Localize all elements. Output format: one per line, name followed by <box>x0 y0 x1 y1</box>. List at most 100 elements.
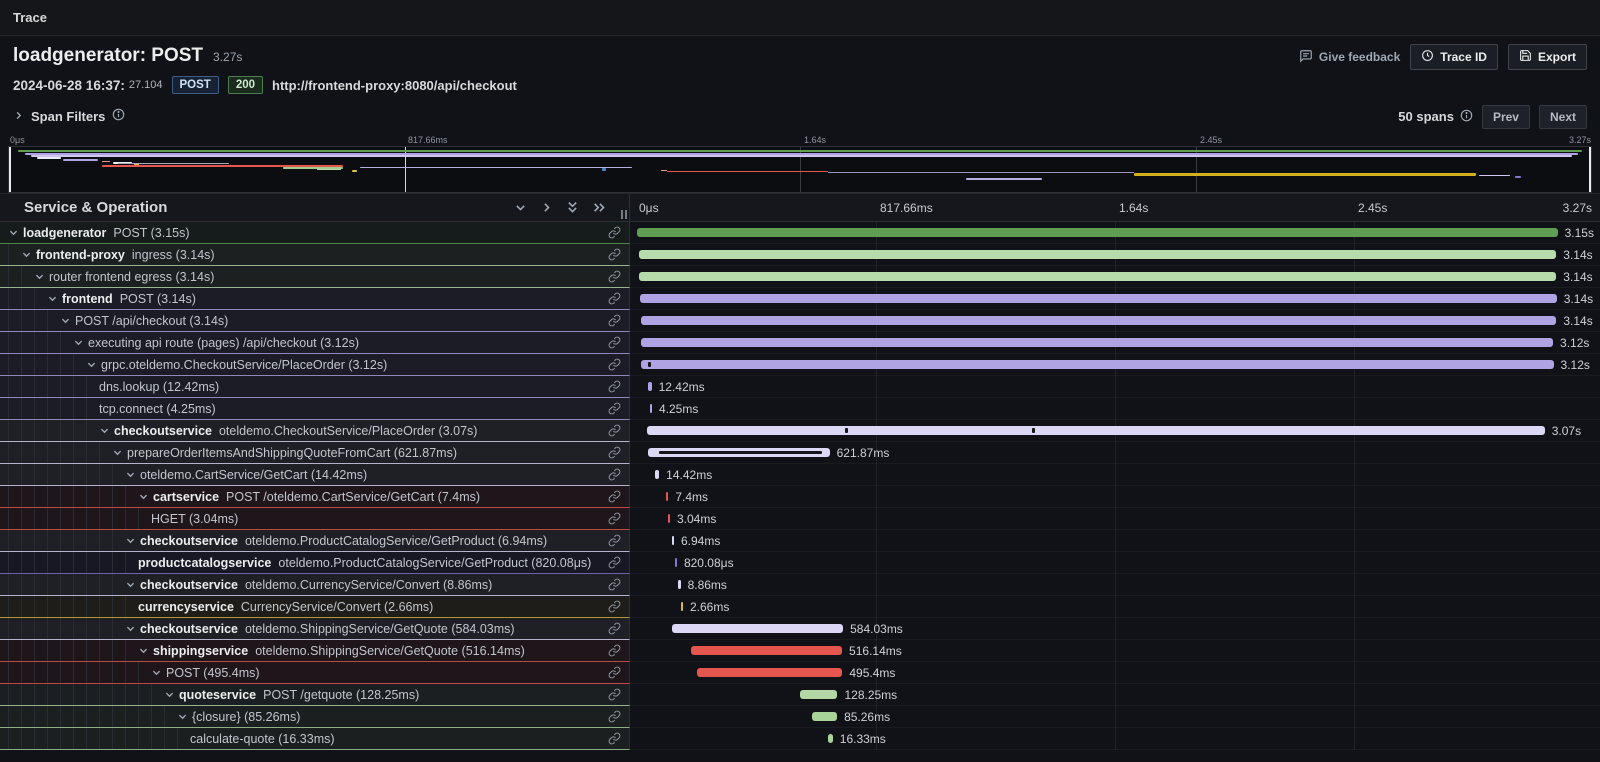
span-name-cell[interactable]: checkoutserviceoteldemo.CurrencyService/… <box>0 574 630 596</box>
span-name-cell[interactable]: POST /api/checkout (3.14s) <box>0 310 630 332</box>
span-duration-bar[interactable] <box>666 492 668 501</box>
span-link-icon[interactable] <box>608 336 621 354</box>
collapse-chevron-icon[interactable] <box>8 227 19 238</box>
collapse-chevron-icon[interactable] <box>112 447 123 458</box>
span-name-cell[interactable]: {closure} (85.26ms) <box>0 706 630 728</box>
span-bar-cell[interactable]: 12.42ms <box>630 376 1600 398</box>
span-name-cell[interactable]: frontend-proxyingress (3.14s) <box>0 244 630 266</box>
span-bar-cell[interactable]: 85.26ms <box>630 706 1600 728</box>
collapse-all-icon[interactable] <box>592 201 607 214</box>
span-link-icon[interactable] <box>608 556 621 574</box>
span-name-cell[interactable]: tcp.connect (4.25ms) <box>0 398 630 420</box>
span-duration-bar[interactable] <box>681 602 683 611</box>
span-duration-bar[interactable] <box>691 646 842 655</box>
span-name-cell[interactable]: loadgeneratorPOST (3.15s) <box>0 222 630 244</box>
prev-span-button[interactable]: Prev <box>1482 105 1530 129</box>
span-duration-bar[interactable] <box>639 272 1556 281</box>
span-link-icon[interactable] <box>608 358 621 376</box>
minimap-canvas[interactable] <box>8 146 1592 193</box>
span-name-cell[interactable]: quoteservicePOST /getquote (128.25ms) <box>0 684 630 706</box>
span-bar-cell[interactable]: 820.08μs <box>630 552 1600 574</box>
span-link-icon[interactable] <box>608 578 621 596</box>
span-name-cell[interactable]: grpc.oteldemo.CheckoutService/PlaceOrder… <box>0 354 630 376</box>
span-link-icon[interactable] <box>608 424 621 442</box>
span-bar-cell[interactable]: 495.4ms <box>630 662 1600 684</box>
span-bar-cell[interactable]: 8.86ms <box>630 574 1600 596</box>
span-duration-bar[interactable] <box>637 228 1558 237</box>
span-name-cell[interactable]: calculate-quote (16.33ms) <box>0 728 630 750</box>
collapse-chevron-icon[interactable] <box>86 359 97 370</box>
span-bar-cell[interactable]: 3.04ms <box>630 508 1600 530</box>
span-link-icon[interactable] <box>608 688 621 706</box>
span-link-icon[interactable] <box>608 512 621 530</box>
span-duration-bar[interactable] <box>668 514 670 523</box>
collapse-chevron-icon[interactable] <box>125 535 136 546</box>
span-bar-cell[interactable]: 3.12s <box>630 354 1600 376</box>
next-span-button[interactable]: Next <box>1539 105 1587 129</box>
expand-all-icon[interactable] <box>566 200 579 215</box>
span-bar-cell[interactable]: 2.66ms <box>630 596 1600 618</box>
minimap-left-handle[interactable] <box>9 147 11 192</box>
span-bar-cell[interactable]: 3.15s <box>630 222 1600 244</box>
span-name-cell[interactable]: oteldemo.CartService/GetCart (14.42ms) <box>0 464 630 486</box>
span-name-cell[interactable]: cartservicePOST /oteldemo.CartService/Ge… <box>0 486 630 508</box>
span-link-icon[interactable] <box>608 292 621 310</box>
span-duration-bar[interactable] <box>647 426 1545 435</box>
span-bar-cell[interactable]: 3.14s <box>630 310 1600 332</box>
collapse-chevron-icon[interactable] <box>99 425 110 436</box>
trace-id-button[interactable]: Trace ID <box>1410 44 1498 70</box>
span-link-icon[interactable] <box>608 446 621 464</box>
span-duration-bar[interactable] <box>672 624 843 633</box>
span-bar-cell[interactable]: 6.94ms <box>630 530 1600 552</box>
span-bar-cell[interactable]: 584.03ms <box>630 618 1600 640</box>
give-feedback-button[interactable]: Give feedback <box>1299 49 1400 66</box>
span-link-icon[interactable] <box>608 600 621 618</box>
span-duration-bar[interactable] <box>650 404 652 413</box>
span-link-icon[interactable] <box>608 248 621 266</box>
span-bar-cell[interactable]: 14.42ms <box>630 464 1600 486</box>
span-name-cell[interactable]: shippingserviceoteldemo.ShippingService/… <box>0 640 630 662</box>
trace-minimap[interactable]: 0μs817.66ms1.64s2.45s3.27s <box>0 135 1600 193</box>
span-name-cell[interactable]: checkoutserviceoteldemo.CheckoutService/… <box>0 420 630 442</box>
span-bar-cell[interactable]: 4.25ms <box>630 398 1600 420</box>
span-bar-cell[interactable]: 516.14ms <box>630 640 1600 662</box>
span-name-cell[interactable]: currencyserviceCurrencyService/Convert (… <box>0 596 630 618</box>
span-link-icon[interactable] <box>608 622 621 640</box>
span-link-icon[interactable] <box>608 226 621 244</box>
span-link-icon[interactable] <box>608 666 621 684</box>
span-duration-bar[interactable] <box>641 338 1553 347</box>
info-icon[interactable] <box>112 108 125 126</box>
span-name-cell[interactable]: checkoutserviceoteldemo.ProductCatalogSe… <box>0 530 630 552</box>
span-duration-bar[interactable] <box>648 448 830 457</box>
span-link-icon[interactable] <box>608 644 621 662</box>
span-duration-bar[interactable] <box>639 250 1557 259</box>
span-name-cell[interactable]: productcatalogserviceoteldemo.ProductCat… <box>0 552 630 574</box>
span-link-icon[interactable] <box>608 468 621 486</box>
export-button[interactable]: Export <box>1508 44 1587 70</box>
collapse-chevron-icon[interactable] <box>138 645 149 656</box>
span-name-cell[interactable]: frontendPOST (3.14s) <box>0 288 630 310</box>
span-duration-bar[interactable] <box>640 294 1557 303</box>
collapse-chevron-icon[interactable] <box>21 249 32 260</box>
span-duration-bar[interactable] <box>648 382 652 391</box>
span-bar-cell[interactable]: 7.4ms <box>630 486 1600 508</box>
span-bar-cell[interactable]: 16.33ms <box>630 728 1600 750</box>
collapse-chevron-icon[interactable] <box>47 293 58 304</box>
column-resize-handle[interactable] <box>621 210 627 219</box>
collapse-chevron-icon[interactable] <box>34 271 45 282</box>
span-bar-cell[interactable]: 128.25ms <box>630 684 1600 706</box>
span-duration-bar[interactable] <box>697 668 842 677</box>
span-link-icon[interactable] <box>608 270 621 288</box>
span-duration-bar[interactable] <box>800 690 837 699</box>
span-bar-cell[interactable]: 621.87ms <box>630 442 1600 464</box>
span-bar-cell[interactable]: 3.14s <box>630 244 1600 266</box>
span-duration-bar[interactable] <box>678 580 681 589</box>
span-name-cell[interactable]: prepareOrderItemsAndShippingQuoteFromCar… <box>0 442 630 464</box>
span-link-icon[interactable] <box>608 314 621 332</box>
span-link-icon[interactable] <box>608 534 621 552</box>
collapse-chevron-icon[interactable] <box>177 711 188 722</box>
span-duration-bar[interactable] <box>675 558 677 567</box>
span-link-icon[interactable] <box>608 732 621 750</box>
span-duration-bar[interactable] <box>828 734 833 743</box>
span-bar-cell[interactable]: 3.14s <box>630 288 1600 310</box>
